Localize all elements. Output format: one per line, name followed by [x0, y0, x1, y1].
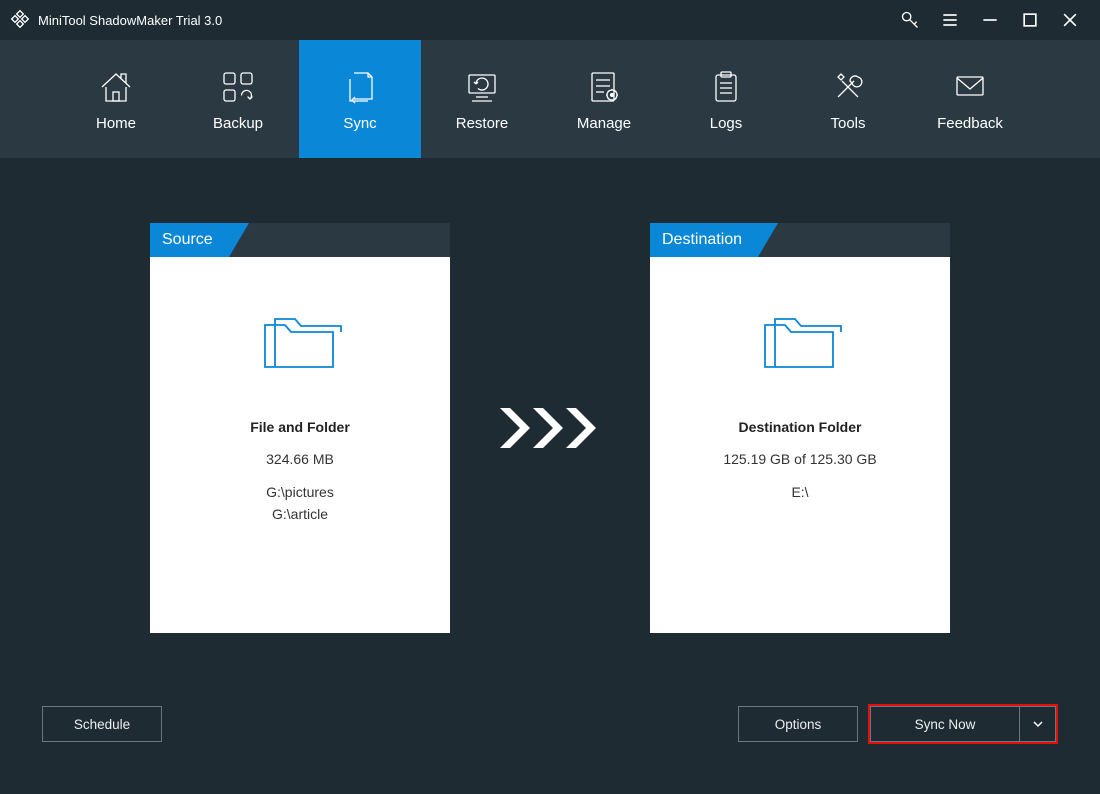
- key-button[interactable]: [890, 0, 930, 40]
- source-tab-label: Source: [150, 223, 229, 257]
- nav-manage[interactable]: Manage: [543, 40, 665, 158]
- minimize-button[interactable]: [970, 0, 1010, 40]
- feedback-icon: [950, 67, 990, 107]
- destination-tab-label: Destination: [650, 223, 758, 257]
- nav-label: Home: [96, 115, 136, 132]
- nav-logs[interactable]: Logs: [665, 40, 787, 158]
- nav-sync[interactable]: Sync: [299, 40, 421, 158]
- source-path-2: G:\article: [272, 503, 328, 525]
- sync-now-button[interactable]: Sync Now: [870, 706, 1020, 742]
- maximize-button[interactable]: [1010, 0, 1050, 40]
- title-bar: MiniTool ShadowMaker Trial 3.0: [0, 0, 1100, 40]
- source-card[interactable]: Source File and Folder 324.66 MB G:\pict…: [150, 223, 450, 633]
- sync-icon: [340, 67, 380, 107]
- source-path-1: G:\pictures: [266, 481, 334, 503]
- tools-icon: [828, 67, 868, 107]
- source-card-header: Source: [150, 223, 450, 257]
- folder-icon: [255, 307, 345, 377]
- nav-label: Logs: [710, 115, 743, 132]
- destination-status: 125.19 GB of 125.30 GB: [723, 451, 876, 467]
- nav-tools[interactable]: Tools: [787, 40, 909, 158]
- manage-icon: [584, 67, 624, 107]
- bottom-bar: Schedule Options Sync Now: [0, 684, 1100, 794]
- nav-home[interactable]: Home: [55, 40, 177, 158]
- nav-label: Tools: [830, 115, 865, 132]
- source-size: 324.66 MB: [266, 451, 334, 467]
- nav-label: Feedback: [937, 115, 1003, 132]
- menu-button[interactable]: [930, 0, 970, 40]
- sync-now-group: Sync Now: [868, 704, 1058, 744]
- nav-backup[interactable]: Backup: [177, 40, 299, 158]
- restore-icon: [462, 67, 502, 107]
- nav-label: Backup: [213, 115, 263, 132]
- app-window: MiniTool ShadowMaker Trial 3.0: [0, 0, 1100, 794]
- nav-restore[interactable]: Restore: [421, 40, 543, 158]
- destination-path: E:\: [791, 481, 808, 503]
- folder-icon: [755, 307, 845, 377]
- app-logo-icon: [10, 9, 30, 32]
- source-title: File and Folder: [250, 419, 350, 435]
- app-title: MiniTool ShadowMaker Trial 3.0: [38, 13, 222, 28]
- destination-title: Destination Folder: [739, 419, 862, 435]
- sync-now-dropdown[interactable]: [1020, 706, 1056, 742]
- main-content: Source File and Folder 324.66 MB G:\pict…: [0, 158, 1100, 684]
- options-button[interactable]: Options: [738, 706, 858, 742]
- close-button[interactable]: [1050, 0, 1090, 40]
- nav-label: Manage: [577, 115, 631, 132]
- destination-card-header: Destination: [650, 223, 950, 257]
- backup-icon: [218, 67, 258, 107]
- nav-feedback[interactable]: Feedback: [909, 40, 1031, 158]
- nav-label: Restore: [456, 115, 509, 132]
- nav-label: Sync: [343, 115, 376, 132]
- home-icon: [96, 67, 136, 107]
- chevrons-icon: [495, 403, 605, 453]
- schedule-button[interactable]: Schedule: [42, 706, 162, 742]
- destination-card[interactable]: Destination Destination Folder 125.19 GB…: [650, 223, 950, 633]
- main-nav: Home Backup Sync Restore Manage: [0, 40, 1100, 158]
- logs-icon: [706, 67, 746, 107]
